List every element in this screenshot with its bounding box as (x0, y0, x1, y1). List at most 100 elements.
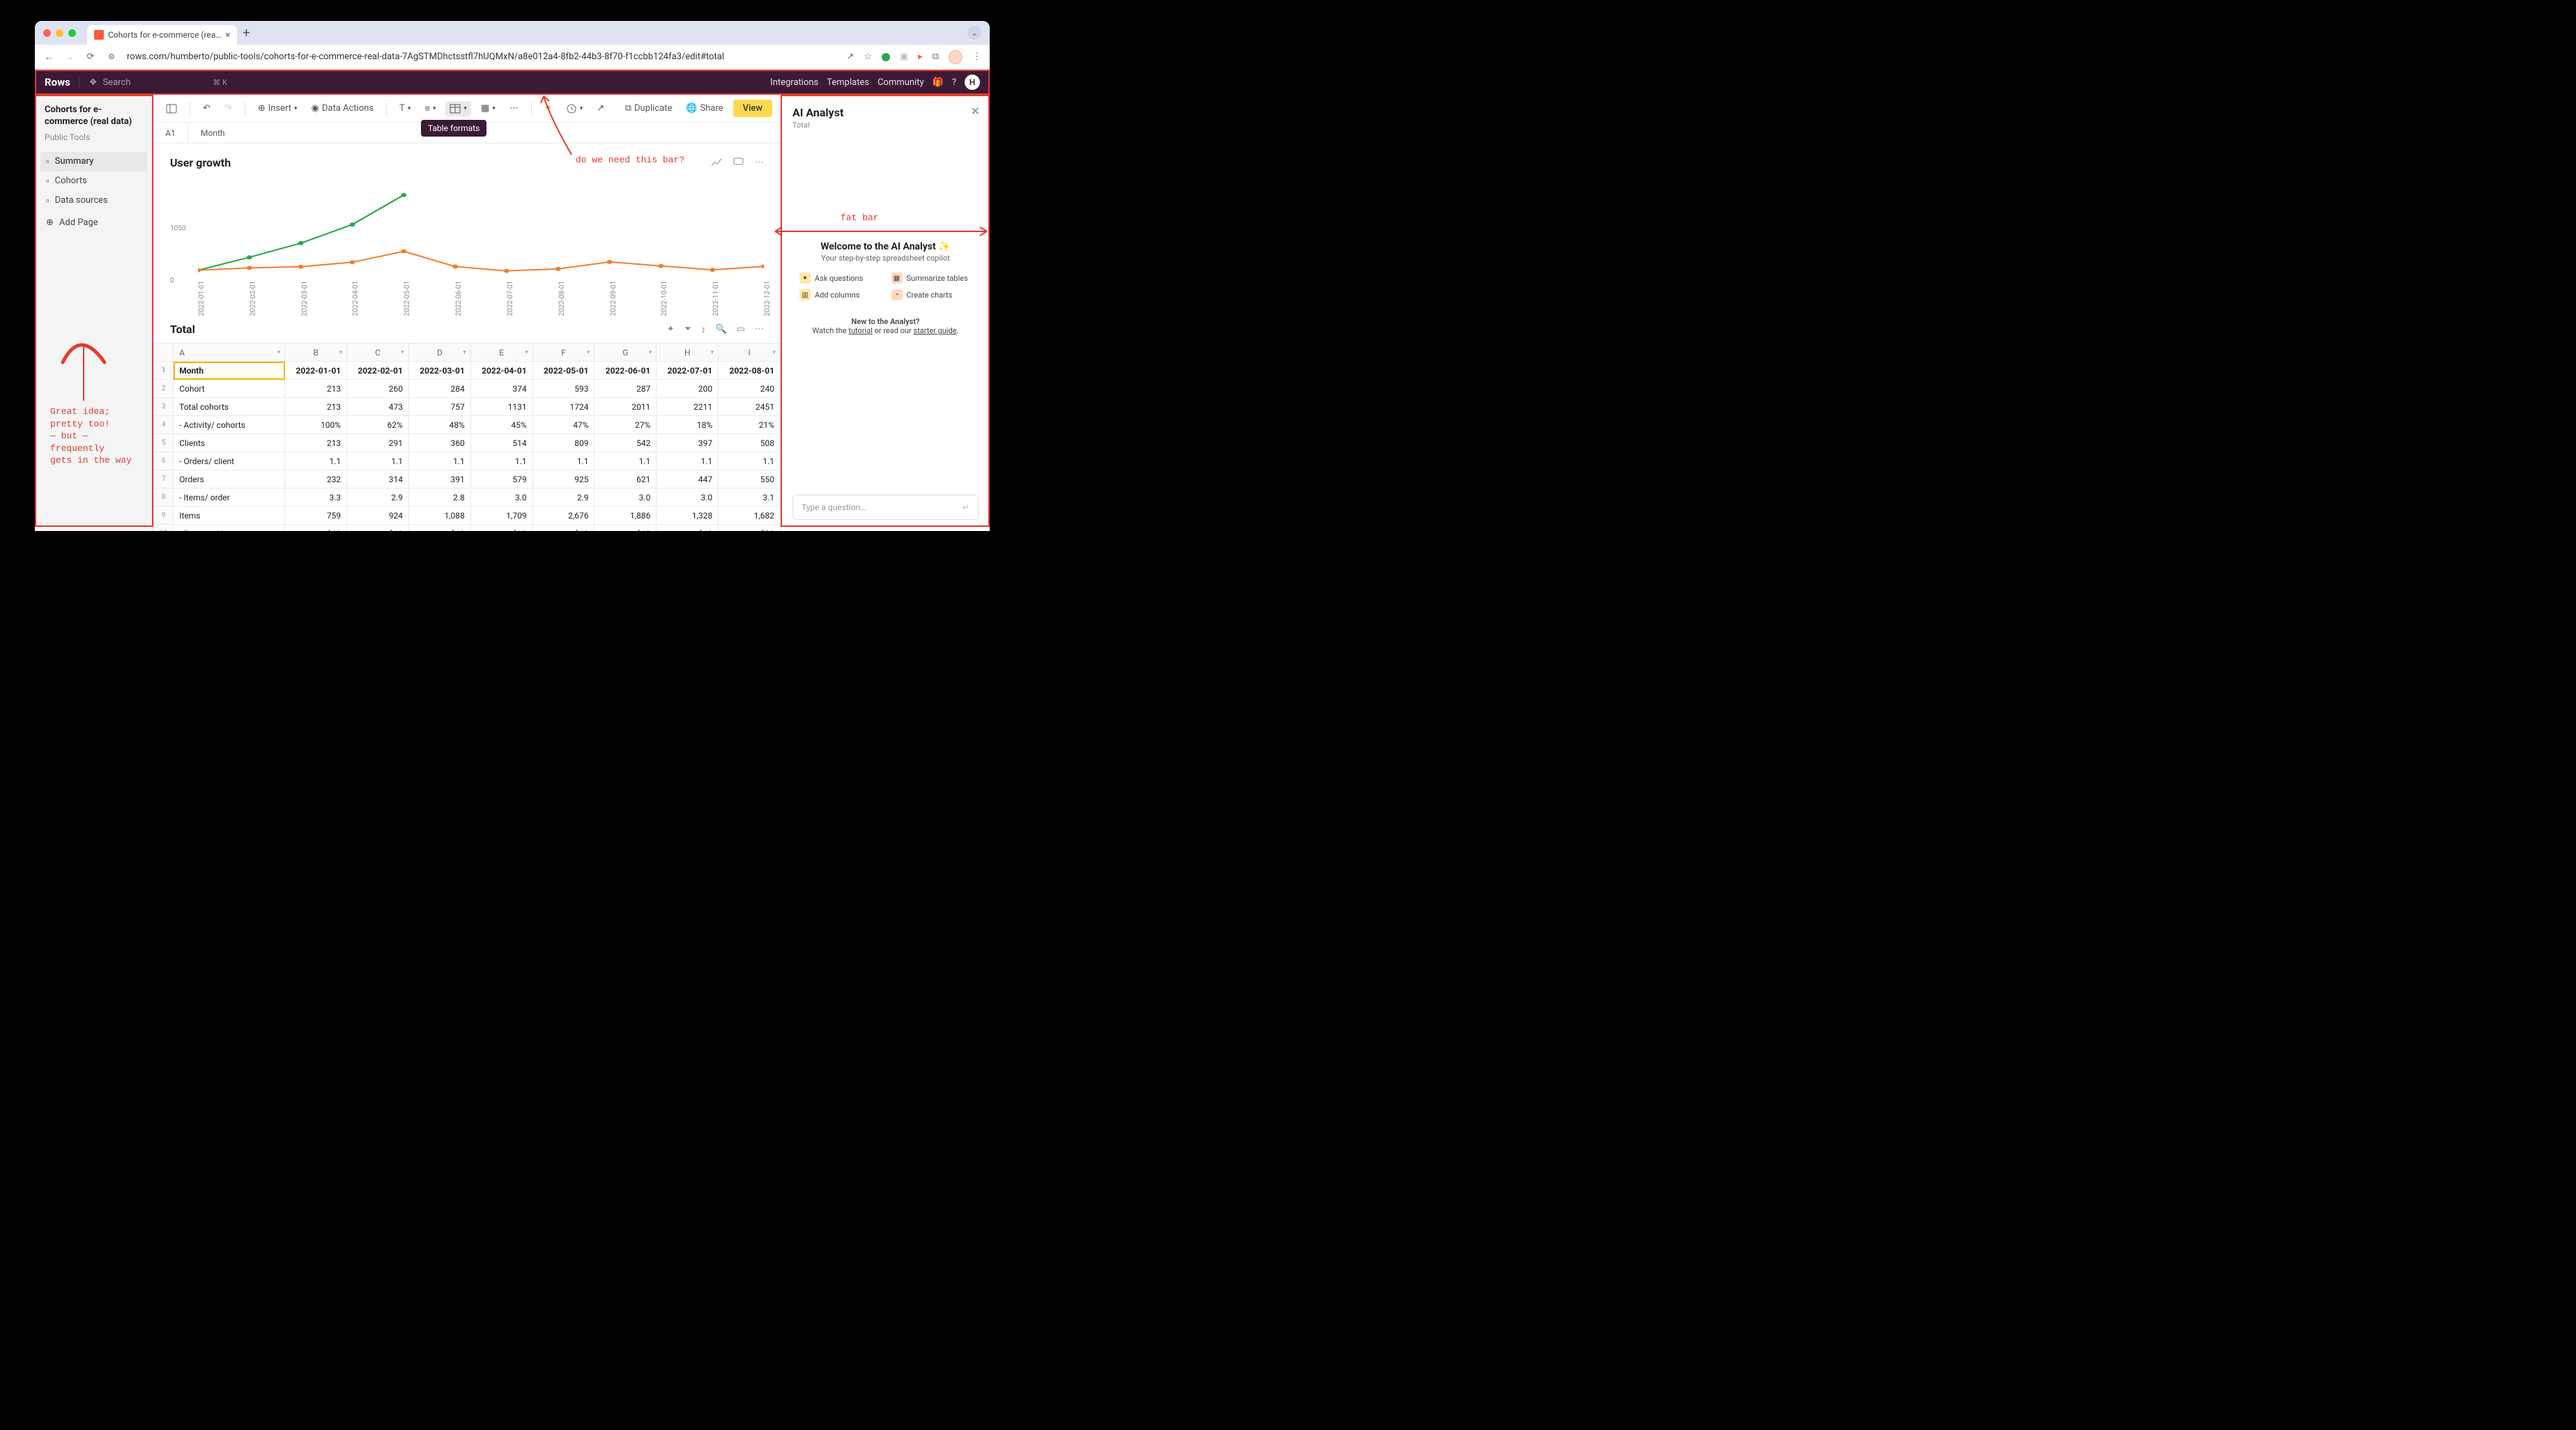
ai-feature-charts[interactable]: ◔ Create charts (891, 289, 953, 300)
forward-icon[interactable]: → (64, 52, 75, 63)
undo-icon[interactable]: ↶ (199, 100, 215, 116)
add-page-button[interactable]: ⊕ Add Page (40, 213, 147, 232)
column-header[interactable]: A▾ (174, 344, 285, 362)
profile-avatar-icon[interactable] (949, 50, 963, 64)
minimize-window-button[interactable] (56, 29, 63, 37)
extension-icon[interactable]: ▣ (900, 52, 908, 62)
redo-icon[interactable]: ↷ (220, 100, 236, 116)
sidebar-item-cohorts[interactable]: ▫Cohorts (40, 171, 147, 191)
url-input[interactable]: rows.com/humberto/public-tools/cohorts-f… (127, 52, 724, 62)
table-row[interactable]: 6- Orders/ client1.11.11.11.11.11.11.11.… (154, 452, 781, 470)
sort-icon[interactable]: ↕ (701, 324, 706, 335)
nav-community[interactable]: Community (877, 77, 924, 88)
column-header[interactable]: I▾ (719, 344, 781, 362)
chart-title: User growth (170, 156, 231, 169)
bookmark-icon[interactable]: ☆ (864, 52, 872, 62)
table-row[interactable]: 8- Items/ order3.32.92.83.02.93.03.03.1 (154, 489, 781, 507)
maximize-window-button[interactable] (68, 29, 76, 37)
ai-feature-ask[interactable]: ✦ Ask questions (799, 272, 863, 284)
nav-templates[interactable]: Templates (827, 77, 869, 88)
column-header[interactable]: D▾ (408, 344, 470, 362)
sidebar: Cohorts for e-commerce (real data) Publi… (35, 95, 153, 531)
more-icon[interactable]: ⋯ (755, 324, 764, 335)
help-icon[interactable]: ? (952, 77, 956, 88)
extension-rows-icon[interactable]: ▸ (918, 52, 923, 62)
duplicate-button[interactable]: ⧉ Duplicate (621, 100, 677, 116)
tutorial-link[interactable]: tutorial (848, 326, 873, 335)
data-table[interactable]: A▾B▾C▾D▾E▾F▾G▾H▾I▾ 1Month2022-01-012022-… (153, 343, 781, 531)
back-icon[interactable]: ← (43, 52, 54, 63)
comment-icon[interactable]: ▭ (737, 324, 745, 335)
table-row[interactable]: 4- Activity/ cohorts100%62%48%45%47%27%1… (154, 416, 781, 434)
close-icon[interactable]: ✕ (971, 105, 980, 118)
table-format-button[interactable]: ▾ (445, 101, 471, 116)
column-header[interactable]: H▾ (657, 344, 719, 362)
text-format-button[interactable]: T▾ (395, 100, 415, 116)
share-button[interactable]: 🌐 Share (682, 100, 727, 116)
panel-toggle-icon[interactable] (162, 100, 181, 117)
close-tab-icon[interactable]: × (225, 30, 230, 40)
align-button[interactable]: ≡▾ (420, 100, 440, 117)
more-format-icon[interactable]: ⋯ (505, 100, 523, 116)
tabs-overflow-button[interactable]: ⌄ (967, 26, 981, 40)
starter-guide-link[interactable]: starter guide (914, 326, 957, 335)
column-header[interactable]: G▾ (595, 344, 657, 362)
table-row[interactable]: 3Total cohorts21347375711311724201122112… (154, 398, 781, 416)
reload-icon[interactable]: ⟳ (85, 52, 96, 62)
table-row[interactable]: 7Orders232314391579925621447550 (154, 470, 781, 489)
sidebar-item-data-sources[interactable]: ▫Data sources (40, 191, 147, 210)
ai-welcome-sub: Your step-by-step spreadsheet copilot (792, 254, 979, 263)
chart-type-icon[interactable] (711, 157, 722, 168)
ai-welcome-title: Welcome to the AI Analyst ✨ (792, 241, 979, 252)
comment-icon[interactable] (733, 157, 744, 168)
column-header[interactable]: E▾ (470, 344, 532, 362)
ai-button[interactable]: ✦ (540, 100, 556, 116)
view-button[interactable]: View (733, 100, 772, 117)
ai-feature-summarize[interactable]: ▦ Summarize tables (891, 272, 968, 284)
nav-integrations[interactable]: Integrations (770, 77, 818, 88)
table-row[interactable]: 5Clients213291360514809542397508 (154, 434, 781, 452)
plus-circle-icon: ⊕ (258, 103, 266, 114)
extensions-icon[interactable]: ⧉ (933, 52, 939, 62)
ai-feature-add-columns[interactable]: ▥ Add columns (799, 289, 859, 300)
insert-button[interactable]: ⊕ Insert ▾ (254, 100, 302, 116)
new-tab-button[interactable]: + (243, 26, 250, 40)
extension-icon[interactable] (882, 53, 890, 61)
sidebar-item-summary[interactable]: ▫Summary (40, 152, 147, 171)
cell-value[interactable]: Month (188, 128, 224, 138)
filter-icon[interactable]: ⏷ (684, 324, 691, 335)
history-button[interactable]: ▾ (562, 100, 588, 117)
data-actions-button[interactable]: ◉ Data Actions (307, 100, 378, 116)
table-row[interactable]: 1Month2022-01-012022-02-012022-03-012022… (154, 362, 781, 380)
column-header[interactable]: F▾ (532, 344, 595, 362)
search-icon[interactable]: 🔍 (716, 324, 727, 335)
table-row[interactable]: 10- Revenue/ item$19$19$19$19$19$19$18$2… (154, 525, 781, 532)
ai-sparkle-icon[interactable]: ✦ (667, 324, 675, 335)
ai-question-input[interactable]: Type a question… ↵ (792, 495, 979, 520)
table-row[interactable]: 2Cohort213260284374593287200240 (154, 380, 781, 398)
close-window-button[interactable] (43, 29, 51, 37)
global-search[interactable]: ❖ Search ⌘ K (79, 77, 227, 88)
trend-icon[interactable]: ↗ (592, 100, 608, 116)
table-row[interactable]: 9Items7599241,0881,7092,6761,8861,3281,6… (154, 507, 781, 525)
sparkle-icon: ✦ (799, 272, 811, 284)
column-header[interactable]: B▾ (285, 344, 347, 362)
send-icon[interactable]: ↵ (963, 502, 969, 512)
open-external-icon[interactable]: ↗ (846, 52, 854, 62)
more-icon[interactable]: ⋯ (755, 157, 764, 168)
ai-panel-title: AI Analyst (792, 106, 979, 119)
gift-icon[interactable]: 🎁 (933, 77, 944, 88)
tab-title: Cohorts for e-commerce (rea… (108, 30, 221, 40)
cell-format-button[interactable]: ▦▾ (477, 100, 500, 116)
search-placeholder: Search (102, 77, 130, 88)
brand-logo[interactable]: Rows (45, 76, 70, 89)
cell-reference[interactable]: A1 (153, 123, 188, 143)
document-folder: Public Tools (40, 131, 147, 149)
site-info-icon[interactable]: ⚙ (106, 52, 117, 61)
browser-menu-icon[interactable]: ⋮ (972, 52, 981, 62)
browser-tab[interactable]: Cohorts for e-commerce (rea… × (87, 25, 237, 45)
columns-icon: ▥ (799, 289, 811, 300)
column-header[interactable]: C▾ (347, 344, 409, 362)
ai-analyst-panel: ✕ AI Analyst Total Welcome to the AI Ana… (781, 95, 990, 531)
user-avatar[interactable]: H (965, 75, 980, 90)
